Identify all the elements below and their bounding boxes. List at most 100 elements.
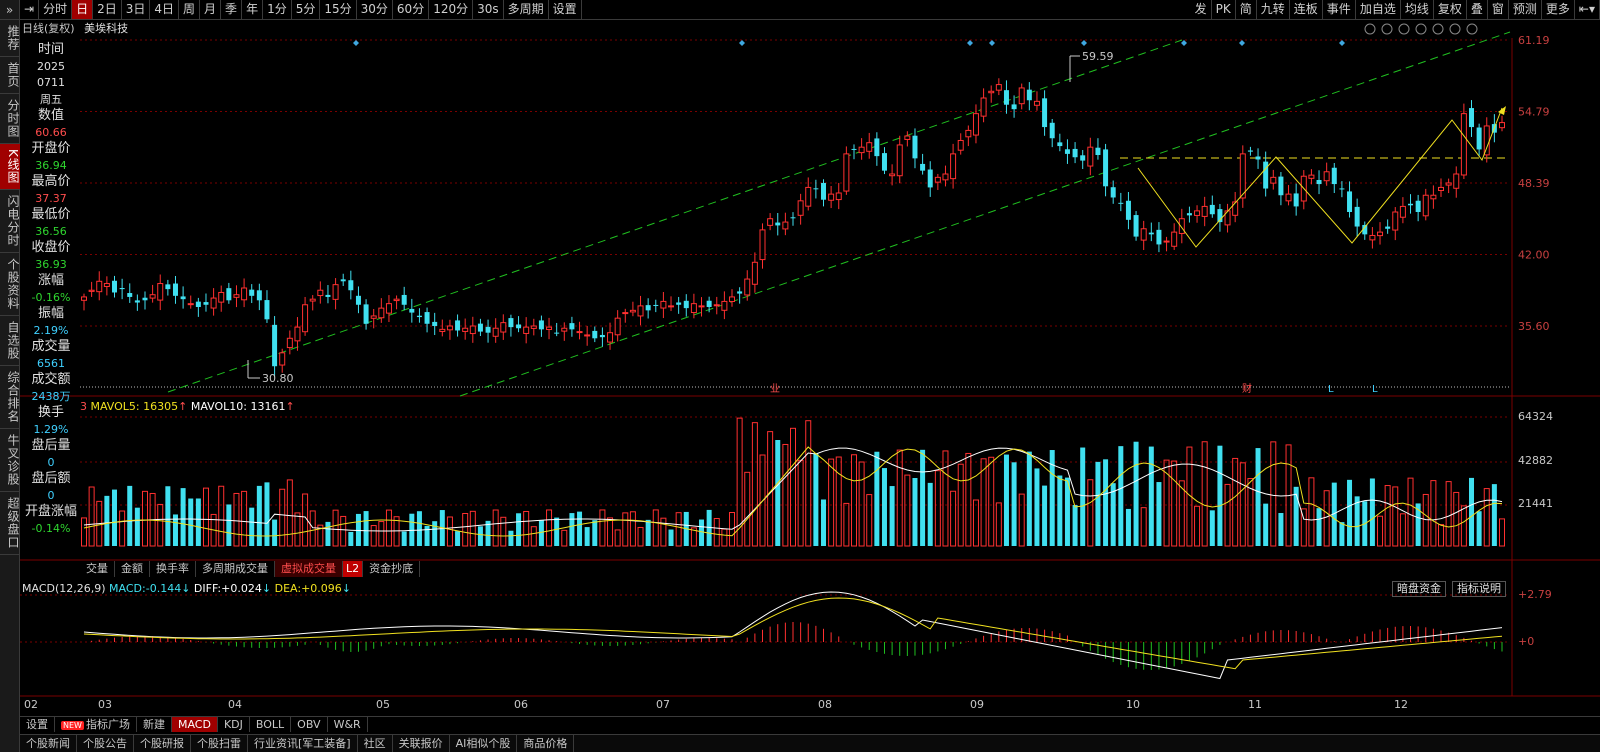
- bottom-tab-3[interactable]: MACD: [171, 717, 218, 732]
- candle-body: [401, 294, 407, 305]
- period-button-3[interactable]: 3日: [122, 0, 151, 19]
- candle-body: [485, 326, 491, 333]
- left-nav-item-7[interactable]: 综合排名: [0, 366, 20, 429]
- bottom-tab-5[interactable]: BOLL: [250, 717, 292, 732]
- draw-line-icon[interactable]: [1432, 23, 1444, 35]
- volume-bar: [1095, 461, 1101, 546]
- collapse-icon[interactable]: ⇥: [20, 0, 40, 19]
- info-value-10: 1.29%: [33, 422, 69, 436]
- news-tab-4[interactable]: 行业资讯[军工装备]: [248, 735, 358, 752]
- candle-body: [668, 305, 675, 308]
- tool-button-8[interactable]: 复权: [1434, 0, 1467, 19]
- period-button-17[interactable]: 设置: [549, 0, 582, 19]
- eye-icon[interactable]: [1398, 23, 1410, 35]
- tool-button-7[interactable]: 均线: [1401, 0, 1434, 19]
- tool-button-9[interactable]: 叠: [1467, 0, 1488, 19]
- indicator-tab-1[interactable]: 金额: [115, 561, 150, 577]
- period-button-14[interactable]: 120分: [429, 0, 474, 19]
- left-nav-item-0[interactable]: 推荐: [0, 20, 20, 57]
- volume-bar: [561, 529, 568, 547]
- tool-button-12[interactable]: 更多: [1542, 0, 1575, 19]
- period-button-7[interactable]: 季: [221, 0, 243, 19]
- candle-body: [134, 300, 140, 303]
- period-button-2[interactable]: 2日: [93, 0, 122, 19]
- volume-bar: [980, 458, 987, 547]
- period-button-0[interactable]: 分时: [39, 0, 73, 19]
- left-nav-item-6[interactable]: 自选股: [0, 316, 20, 366]
- zoom-in-icon[interactable]: [1449, 23, 1461, 35]
- dark-pool-button[interactable]: 暗盘资金: [1392, 581, 1446, 597]
- left-nav-item-4[interactable]: 闪电分时: [0, 190, 20, 253]
- candle-body: [1308, 174, 1315, 179]
- left-nav-item-5[interactable]: 个股资料: [0, 253, 20, 316]
- news-tab-7[interactable]: AI相似个股: [450, 735, 518, 752]
- period-button-16[interactable]: 多周期: [504, 0, 549, 19]
- news-tab-8[interactable]: 商品价格: [517, 735, 575, 752]
- volume-axis-label-1: 42882: [1518, 454, 1553, 467]
- period-button-13[interactable]: 60分: [393, 0, 430, 19]
- volume-bar: [469, 510, 476, 547]
- info-value-0: 周五: [40, 92, 62, 106]
- tool-button-11[interactable]: 预测: [1509, 0, 1542, 19]
- bottom-tab-0[interactable]: 设置: [20, 717, 55, 732]
- news-tab-0[interactable]: 个股新闻: [20, 735, 77, 752]
- period-button-1[interactable]: 日: [72, 0, 94, 19]
- period-button-6[interactable]: 月: [200, 0, 222, 19]
- indicator-tab-4[interactable]: 虚拟成交量: [275, 561, 343, 577]
- event-diamond-icon: [989, 40, 995, 46]
- indicator-tab-3[interactable]: 多周期成交量: [196, 561, 275, 577]
- candle-body: [713, 304, 720, 307]
- indicator-tab-2[interactable]: 换手率: [150, 561, 196, 577]
- news-tab-5[interactable]: 社区: [358, 735, 393, 752]
- bottom-tab-6[interactable]: OBV: [291, 717, 328, 732]
- tool-button-6[interactable]: 加自选: [1356, 0, 1401, 19]
- expand-nav-button[interactable]: »: [0, 0, 19, 20]
- volume-bar: [1042, 485, 1048, 546]
- tool-button-0[interactable]: 发: [1191, 0, 1212, 19]
- volume-bar: [294, 512, 301, 547]
- left-nav-item-9[interactable]: 超级盘口: [0, 492, 20, 555]
- period-button-12[interactable]: 30分: [357, 0, 393, 19]
- tool-button-4[interactable]: 连板: [1290, 0, 1323, 19]
- tool-button-10[interactable]: 窗: [1488, 0, 1509, 19]
- tool-button-3[interactable]: 九转: [1257, 0, 1290, 19]
- candle-body: [1186, 213, 1192, 216]
- period-button-8[interactable]: 年: [242, 0, 264, 19]
- period-button-9[interactable]: 1分: [263, 0, 292, 19]
- period-button-11[interactable]: 15分: [320, 0, 357, 19]
- left-nav-item-8[interactable]: 牛叉诊股: [0, 429, 20, 492]
- pen-icon[interactable]: [1381, 23, 1393, 35]
- bottom-tab-7[interactable]: W&R: [328, 717, 368, 732]
- news-tab-3[interactable]: 个股扫雷: [191, 735, 248, 752]
- macd-header: MACD(12,26,9) MACD:-0.144↓ DIFF:+0.024↓ …: [22, 582, 351, 595]
- volume-bar: [988, 456, 995, 547]
- history-back-icon[interactable]: ⇤▾: [1575, 0, 1600, 19]
- indicator-tab-0[interactable]: 交量: [80, 561, 115, 577]
- candle-body: [775, 222, 781, 226]
- indicator-help-button[interactable]: 指标说明: [1452, 581, 1506, 597]
- event-marker-3: L: [1372, 384, 1378, 395]
- tool-button-2[interactable]: 简: [1236, 0, 1257, 19]
- macd-axis-label-0: +2.79: [1518, 588, 1552, 601]
- bottom-tab-2[interactable]: 新建: [137, 717, 172, 732]
- period-button-10[interactable]: 5分: [292, 0, 321, 19]
- left-nav-item-3[interactable]: K线图: [0, 144, 20, 190]
- zoom-out-icon[interactable]: [1466, 23, 1478, 35]
- tool-button-1[interactable]: PK: [1212, 0, 1236, 19]
- bottom-tab-4[interactable]: KDJ: [218, 717, 250, 732]
- bottom-tab-1[interactable]: NEW 指标广场: [55, 717, 137, 732]
- period-button-15[interactable]: 30s: [473, 0, 504, 19]
- gear-icon[interactable]: [1364, 23, 1376, 35]
- eye2-icon[interactable]: [1415, 23, 1427, 35]
- news-tab-1[interactable]: 个股公告: [77, 735, 134, 752]
- news-tab-2[interactable]: 个股研报: [134, 735, 191, 752]
- indicator-tab-5[interactable]: L2: [343, 561, 364, 577]
- period-button-4[interactable]: 4日: [150, 0, 180, 19]
- left-nav-item-2[interactable]: 分时图: [0, 94, 20, 144]
- indicator-tab-6[interactable]: 资金抄底: [363, 561, 421, 577]
- left-nav-item-1[interactable]: 首页: [0, 57, 20, 94]
- kline-chart[interactable]: 59.59 30.80 业 财 L L 61.19 54.79 48.39 42.00 35.60…: [20, 20, 1600, 700]
- tool-button-5[interactable]: 事件: [1323, 0, 1356, 19]
- news-tab-6[interactable]: 关联报价: [393, 735, 450, 752]
- period-button-5[interactable]: 周: [179, 0, 201, 19]
